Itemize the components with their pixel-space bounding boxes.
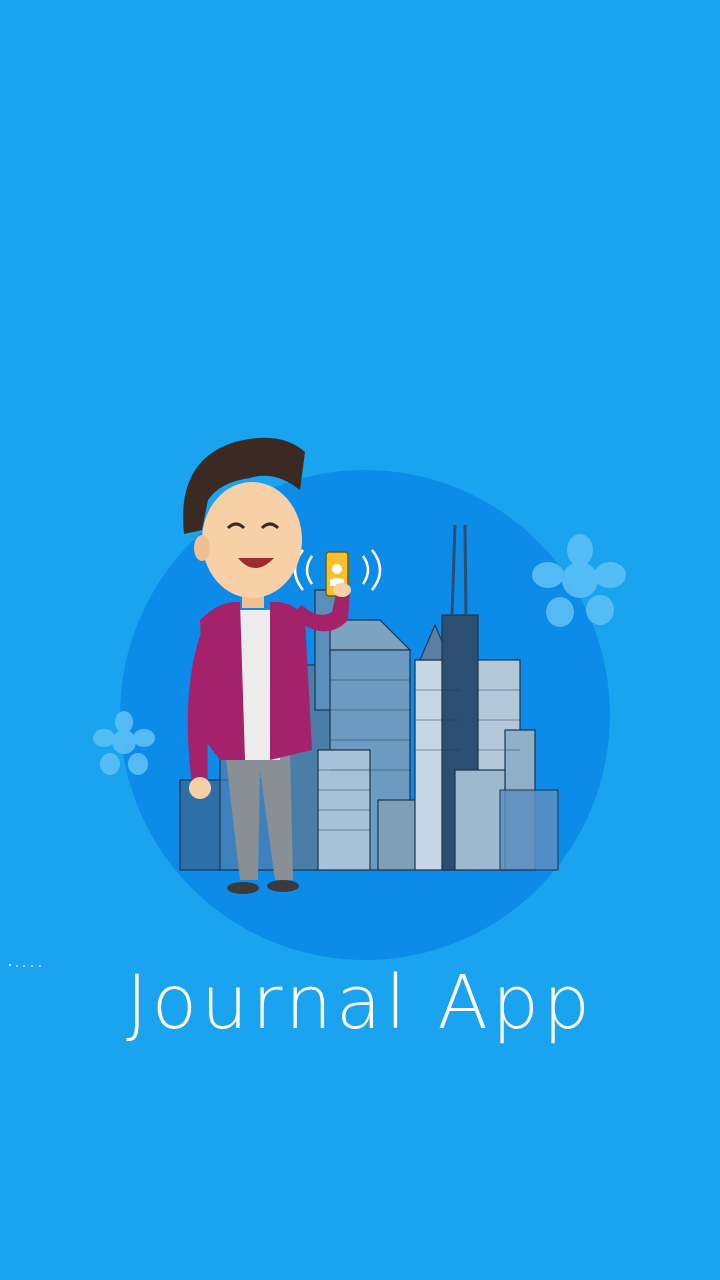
splash-screen: Journal App: [0, 0, 720, 1280]
person-with-phone-city-icon: [93, 437, 626, 960]
app-title: Journal App: [125, 960, 595, 1046]
